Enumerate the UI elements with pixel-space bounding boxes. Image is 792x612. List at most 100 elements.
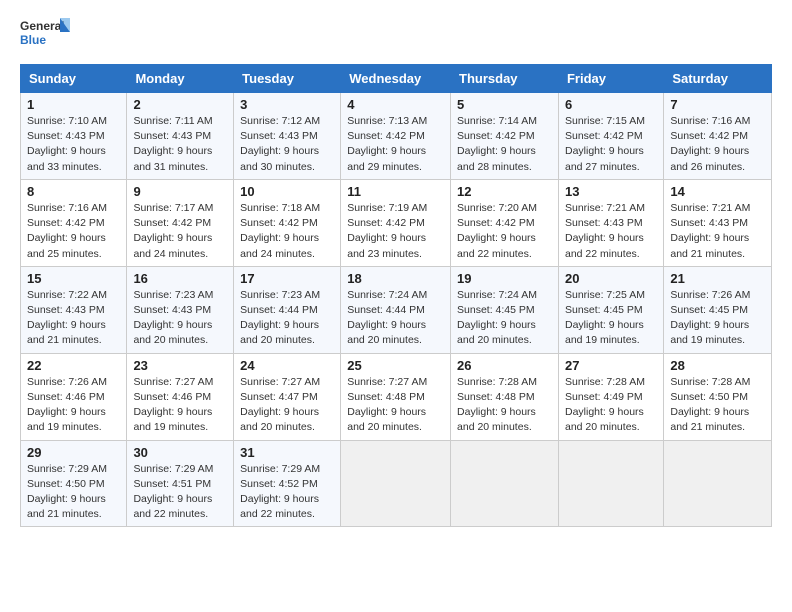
calendar-cell: 27 Sunrise: 7:28 AMSunset: 4:49 PMDaylig… [558, 353, 663, 440]
day-detail: Sunrise: 7:27 AMSunset: 4:46 PMDaylight:… [133, 376, 213, 434]
calendar-cell [451, 440, 559, 527]
calendar-cell: 2 Sunrise: 7:11 AMSunset: 4:43 PMDayligh… [127, 93, 234, 180]
day-detail: Sunrise: 7:28 AMSunset: 4:50 PMDaylight:… [670, 376, 750, 434]
day-number: 7 [670, 97, 765, 112]
day-number: 17 [240, 271, 334, 286]
day-detail: Sunrise: 7:29 AMSunset: 4:51 PMDaylight:… [133, 463, 213, 521]
day-number: 21 [670, 271, 765, 286]
calendar-header-row: SundayMondayTuesdayWednesdayThursdayFrid… [21, 65, 772, 93]
day-detail: Sunrise: 7:14 AMSunset: 4:42 PMDaylight:… [457, 115, 537, 173]
day-detail: Sunrise: 7:17 AMSunset: 4:42 PMDaylight:… [133, 202, 213, 260]
logo: General Blue [20, 16, 70, 56]
day-number: 23 [133, 358, 227, 373]
calendar-cell: 24 Sunrise: 7:27 AMSunset: 4:47 PMDaylig… [234, 353, 341, 440]
day-detail: Sunrise: 7:22 AMSunset: 4:43 PMDaylight:… [27, 289, 107, 347]
calendar-cell: 22 Sunrise: 7:26 AMSunset: 4:46 PMDaylig… [21, 353, 127, 440]
day-detail: Sunrise: 7:23 AMSunset: 4:44 PMDaylight:… [240, 289, 320, 347]
calendar-cell: 16 Sunrise: 7:23 AMSunset: 4:43 PMDaylig… [127, 266, 234, 353]
day-number: 27 [565, 358, 657, 373]
day-number: 29 [27, 445, 120, 460]
calendar-cell: 18 Sunrise: 7:24 AMSunset: 4:44 PMDaylig… [341, 266, 451, 353]
day-detail: Sunrise: 7:29 AMSunset: 4:50 PMDaylight:… [27, 463, 107, 521]
day-number: 26 [457, 358, 552, 373]
week-row-2: 8 Sunrise: 7:16 AMSunset: 4:42 PMDayligh… [21, 179, 772, 266]
day-number: 25 [347, 358, 444, 373]
calendar-cell: 21 Sunrise: 7:26 AMSunset: 4:45 PMDaylig… [664, 266, 772, 353]
day-detail: Sunrise: 7:16 AMSunset: 4:42 PMDaylight:… [27, 202, 107, 260]
calendar-cell: 11 Sunrise: 7:19 AMSunset: 4:42 PMDaylig… [341, 179, 451, 266]
day-detail: Sunrise: 7:21 AMSunset: 4:43 PMDaylight:… [565, 202, 645, 260]
calendar-cell: 10 Sunrise: 7:18 AMSunset: 4:42 PMDaylig… [234, 179, 341, 266]
day-number: 2 [133, 97, 227, 112]
day-number: 13 [565, 184, 657, 199]
day-detail: Sunrise: 7:26 AMSunset: 4:45 PMDaylight:… [670, 289, 750, 347]
day-number: 9 [133, 184, 227, 199]
day-number: 10 [240, 184, 334, 199]
calendar-cell: 15 Sunrise: 7:22 AMSunset: 4:43 PMDaylig… [21, 266, 127, 353]
day-detail: Sunrise: 7:27 AMSunset: 4:47 PMDaylight:… [240, 376, 320, 434]
page-container: General Blue SundayMondayTuesdayWednesda… [0, 0, 792, 537]
calendar-table: SundayMondayTuesdayWednesdayThursdayFrid… [20, 64, 772, 527]
calendar-cell: 17 Sunrise: 7:23 AMSunset: 4:44 PMDaylig… [234, 266, 341, 353]
header-monday: Monday [127, 65, 234, 93]
day-detail: Sunrise: 7:20 AMSunset: 4:42 PMDaylight:… [457, 202, 537, 260]
day-detail: Sunrise: 7:18 AMSunset: 4:42 PMDaylight:… [240, 202, 320, 260]
day-number: 3 [240, 97, 334, 112]
day-number: 16 [133, 271, 227, 286]
day-detail: Sunrise: 7:23 AMSunset: 4:43 PMDaylight:… [133, 289, 213, 347]
day-number: 18 [347, 271, 444, 286]
calendar-cell: 13 Sunrise: 7:21 AMSunset: 4:43 PMDaylig… [558, 179, 663, 266]
day-number: 22 [27, 358, 120, 373]
day-number: 8 [27, 184, 120, 199]
svg-text:General: General [20, 19, 65, 33]
header-sunday: Sunday [21, 65, 127, 93]
day-detail: Sunrise: 7:13 AMSunset: 4:42 PMDaylight:… [347, 115, 427, 173]
day-detail: Sunrise: 7:28 AMSunset: 4:49 PMDaylight:… [565, 376, 645, 434]
header-friday: Friday [558, 65, 663, 93]
calendar-cell [558, 440, 663, 527]
week-row-1: 1 Sunrise: 7:10 AMSunset: 4:43 PMDayligh… [21, 93, 772, 180]
day-number: 11 [347, 184, 444, 199]
day-detail: Sunrise: 7:15 AMSunset: 4:42 PMDaylight:… [565, 115, 645, 173]
calendar-cell: 4 Sunrise: 7:13 AMSunset: 4:42 PMDayligh… [341, 93, 451, 180]
header-wednesday: Wednesday [341, 65, 451, 93]
day-number: 4 [347, 97, 444, 112]
calendar-cell: 9 Sunrise: 7:17 AMSunset: 4:42 PMDayligh… [127, 179, 234, 266]
day-number: 12 [457, 184, 552, 199]
day-detail: Sunrise: 7:24 AMSunset: 4:44 PMDaylight:… [347, 289, 427, 347]
day-number: 31 [240, 445, 334, 460]
day-detail: Sunrise: 7:26 AMSunset: 4:46 PMDaylight:… [27, 376, 107, 434]
day-detail: Sunrise: 7:27 AMSunset: 4:48 PMDaylight:… [347, 376, 427, 434]
calendar-cell: 19 Sunrise: 7:24 AMSunset: 4:45 PMDaylig… [451, 266, 559, 353]
svg-text:Blue: Blue [20, 33, 46, 47]
day-detail: Sunrise: 7:28 AMSunset: 4:48 PMDaylight:… [457, 376, 537, 434]
day-detail: Sunrise: 7:25 AMSunset: 4:45 PMDaylight:… [565, 289, 645, 347]
header-saturday: Saturday [664, 65, 772, 93]
week-row-3: 15 Sunrise: 7:22 AMSunset: 4:43 PMDaylig… [21, 266, 772, 353]
day-number: 1 [27, 97, 120, 112]
calendar-cell: 14 Sunrise: 7:21 AMSunset: 4:43 PMDaylig… [664, 179, 772, 266]
day-number: 28 [670, 358, 765, 373]
calendar-cell: 1 Sunrise: 7:10 AMSunset: 4:43 PMDayligh… [21, 93, 127, 180]
day-number: 5 [457, 97, 552, 112]
day-detail: Sunrise: 7:24 AMSunset: 4:45 PMDaylight:… [457, 289, 537, 347]
day-detail: Sunrise: 7:21 AMSunset: 4:43 PMDaylight:… [670, 202, 750, 260]
day-number: 14 [670, 184, 765, 199]
day-detail: Sunrise: 7:29 AMSunset: 4:52 PMDaylight:… [240, 463, 320, 521]
day-detail: Sunrise: 7:12 AMSunset: 4:43 PMDaylight:… [240, 115, 320, 173]
day-number: 15 [27, 271, 120, 286]
calendar-cell: 28 Sunrise: 7:28 AMSunset: 4:50 PMDaylig… [664, 353, 772, 440]
calendar-cell: 6 Sunrise: 7:15 AMSunset: 4:42 PMDayligh… [558, 93, 663, 180]
calendar-cell: 12 Sunrise: 7:20 AMSunset: 4:42 PMDaylig… [451, 179, 559, 266]
header-thursday: Thursday [451, 65, 559, 93]
day-number: 19 [457, 271, 552, 286]
day-detail: Sunrise: 7:10 AMSunset: 4:43 PMDaylight:… [27, 115, 107, 173]
day-detail: Sunrise: 7:16 AMSunset: 4:42 PMDaylight:… [670, 115, 750, 173]
day-number: 20 [565, 271, 657, 286]
calendar-cell: 25 Sunrise: 7:27 AMSunset: 4:48 PMDaylig… [341, 353, 451, 440]
calendar-cell [664, 440, 772, 527]
calendar-cell: 8 Sunrise: 7:16 AMSunset: 4:42 PMDayligh… [21, 179, 127, 266]
calendar-cell: 3 Sunrise: 7:12 AMSunset: 4:43 PMDayligh… [234, 93, 341, 180]
header: General Blue [20, 16, 772, 56]
calendar-cell: 30 Sunrise: 7:29 AMSunset: 4:51 PMDaylig… [127, 440, 234, 527]
